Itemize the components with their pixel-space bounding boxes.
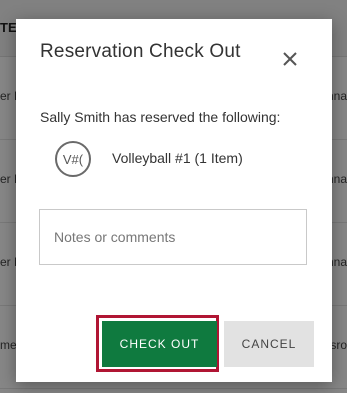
reserved-item-label: Volleyball #1 (1 Item) [112,150,243,166]
check-out-dialog: Reservation Check Out Sally Smith has re… [16,19,332,382]
notes-input[interactable] [39,209,307,265]
dialog-title: Reservation Check Out [40,41,241,62]
reservation-summary: Sally Smith has reserved the following: [40,109,281,125]
cancel-button[interactable]: CANCEL [224,321,314,367]
item-avatar-text: V#( [62,151,84,167]
close-icon[interactable] [278,47,302,71]
item-avatar-icon: V#( [55,141,91,177]
close-icon-glyph [283,52,297,66]
check-out-button[interactable]: CHECK OUT [102,321,217,367]
